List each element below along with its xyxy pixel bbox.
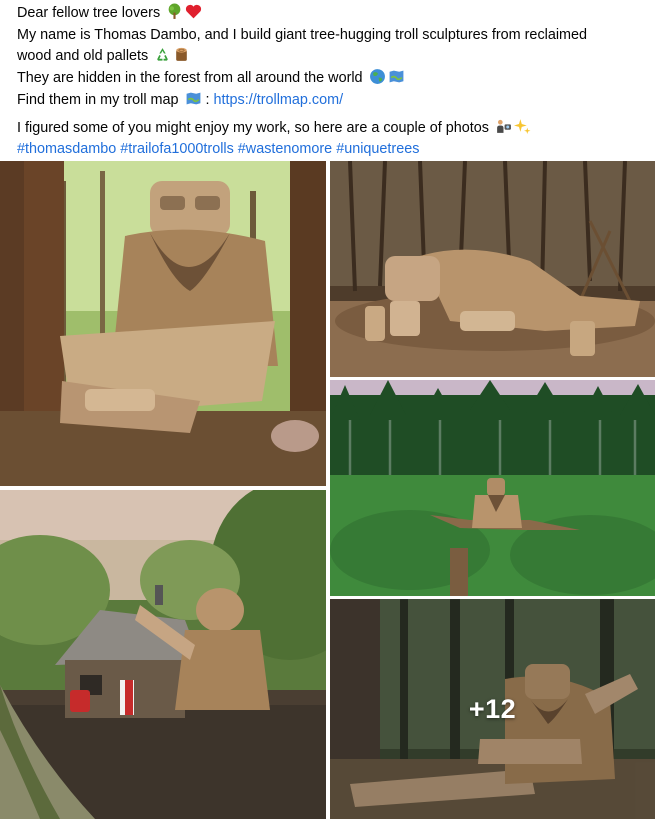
post-text: Dear fellow tree lovers My name is Thoma…: [0, 0, 655, 161]
map-separator: :: [201, 91, 214, 108]
wood-log-icon: [173, 46, 190, 63]
photo-5[interactable]: +12: [330, 599, 655, 819]
map-icon: [388, 68, 405, 85]
photo-1-image: [0, 161, 326, 486]
hidden-line: They are hidden in the forest from all a…: [17, 68, 638, 90]
photo-grid: +12: [0, 161, 655, 819]
sparkles-icon: [513, 118, 531, 135]
tree-icon: [166, 3, 183, 20]
map-prefix-text: Find them in my troll map: [17, 91, 179, 108]
map-icon: [185, 90, 202, 107]
globe-icon: [369, 68, 386, 85]
camera-person-icon: [495, 118, 512, 135]
intro-text-2: wood and old pallets: [17, 48, 149, 65]
red-heart-icon: [185, 3, 202, 20]
hashtags-line: #thomasdambo #trailofa1000trolls #wasten…: [17, 139, 638, 161]
greeting-line: Dear fellow tree lovers: [17, 3, 638, 25]
intro-line: My name is Thomas Dambo, and I build gia…: [17, 25, 638, 47]
greeting-text: Dear fellow tree lovers: [17, 5, 161, 21]
hashtag-trailofa1000trolls[interactable]: #trailofa1000trolls: [120, 141, 234, 157]
hashtag-thomasdambo[interactable]: #thomasdambo: [17, 141, 116, 157]
map-line: Find them in my troll map : https://trol…: [17, 90, 638, 112]
hashtag-uniquetrees[interactable]: #uniquetrees: [336, 141, 419, 157]
intro-line-2: wood and old pallets: [17, 46, 638, 68]
photo-1[interactable]: [0, 161, 326, 486]
recycle-icon: [154, 46, 171, 63]
hidden-text: They are hidden in the forest from all a…: [17, 70, 363, 87]
photo-2-image: [330, 161, 655, 377]
photo-3-image: [330, 380, 655, 596]
hashtag-wastenomore[interactable]: #wastenomore: [238, 141, 332, 157]
more-photos-overlay[interactable]: +12: [330, 599, 655, 819]
photo-2[interactable]: [330, 161, 655, 377]
photos-line: I figured some of you might enjoy my wor…: [17, 118, 638, 140]
trollmap-link[interactable]: https://trollmap.com/: [214, 92, 344, 108]
photo-4-image: [0, 490, 326, 819]
photo-3[interactable]: [330, 380, 655, 596]
photos-text: I figured some of you might enjoy my wor…: [17, 119, 489, 136]
photo-4[interactable]: [0, 490, 326, 819]
intro-text: My name is Thomas Dambo, and I build gia…: [17, 26, 588, 43]
